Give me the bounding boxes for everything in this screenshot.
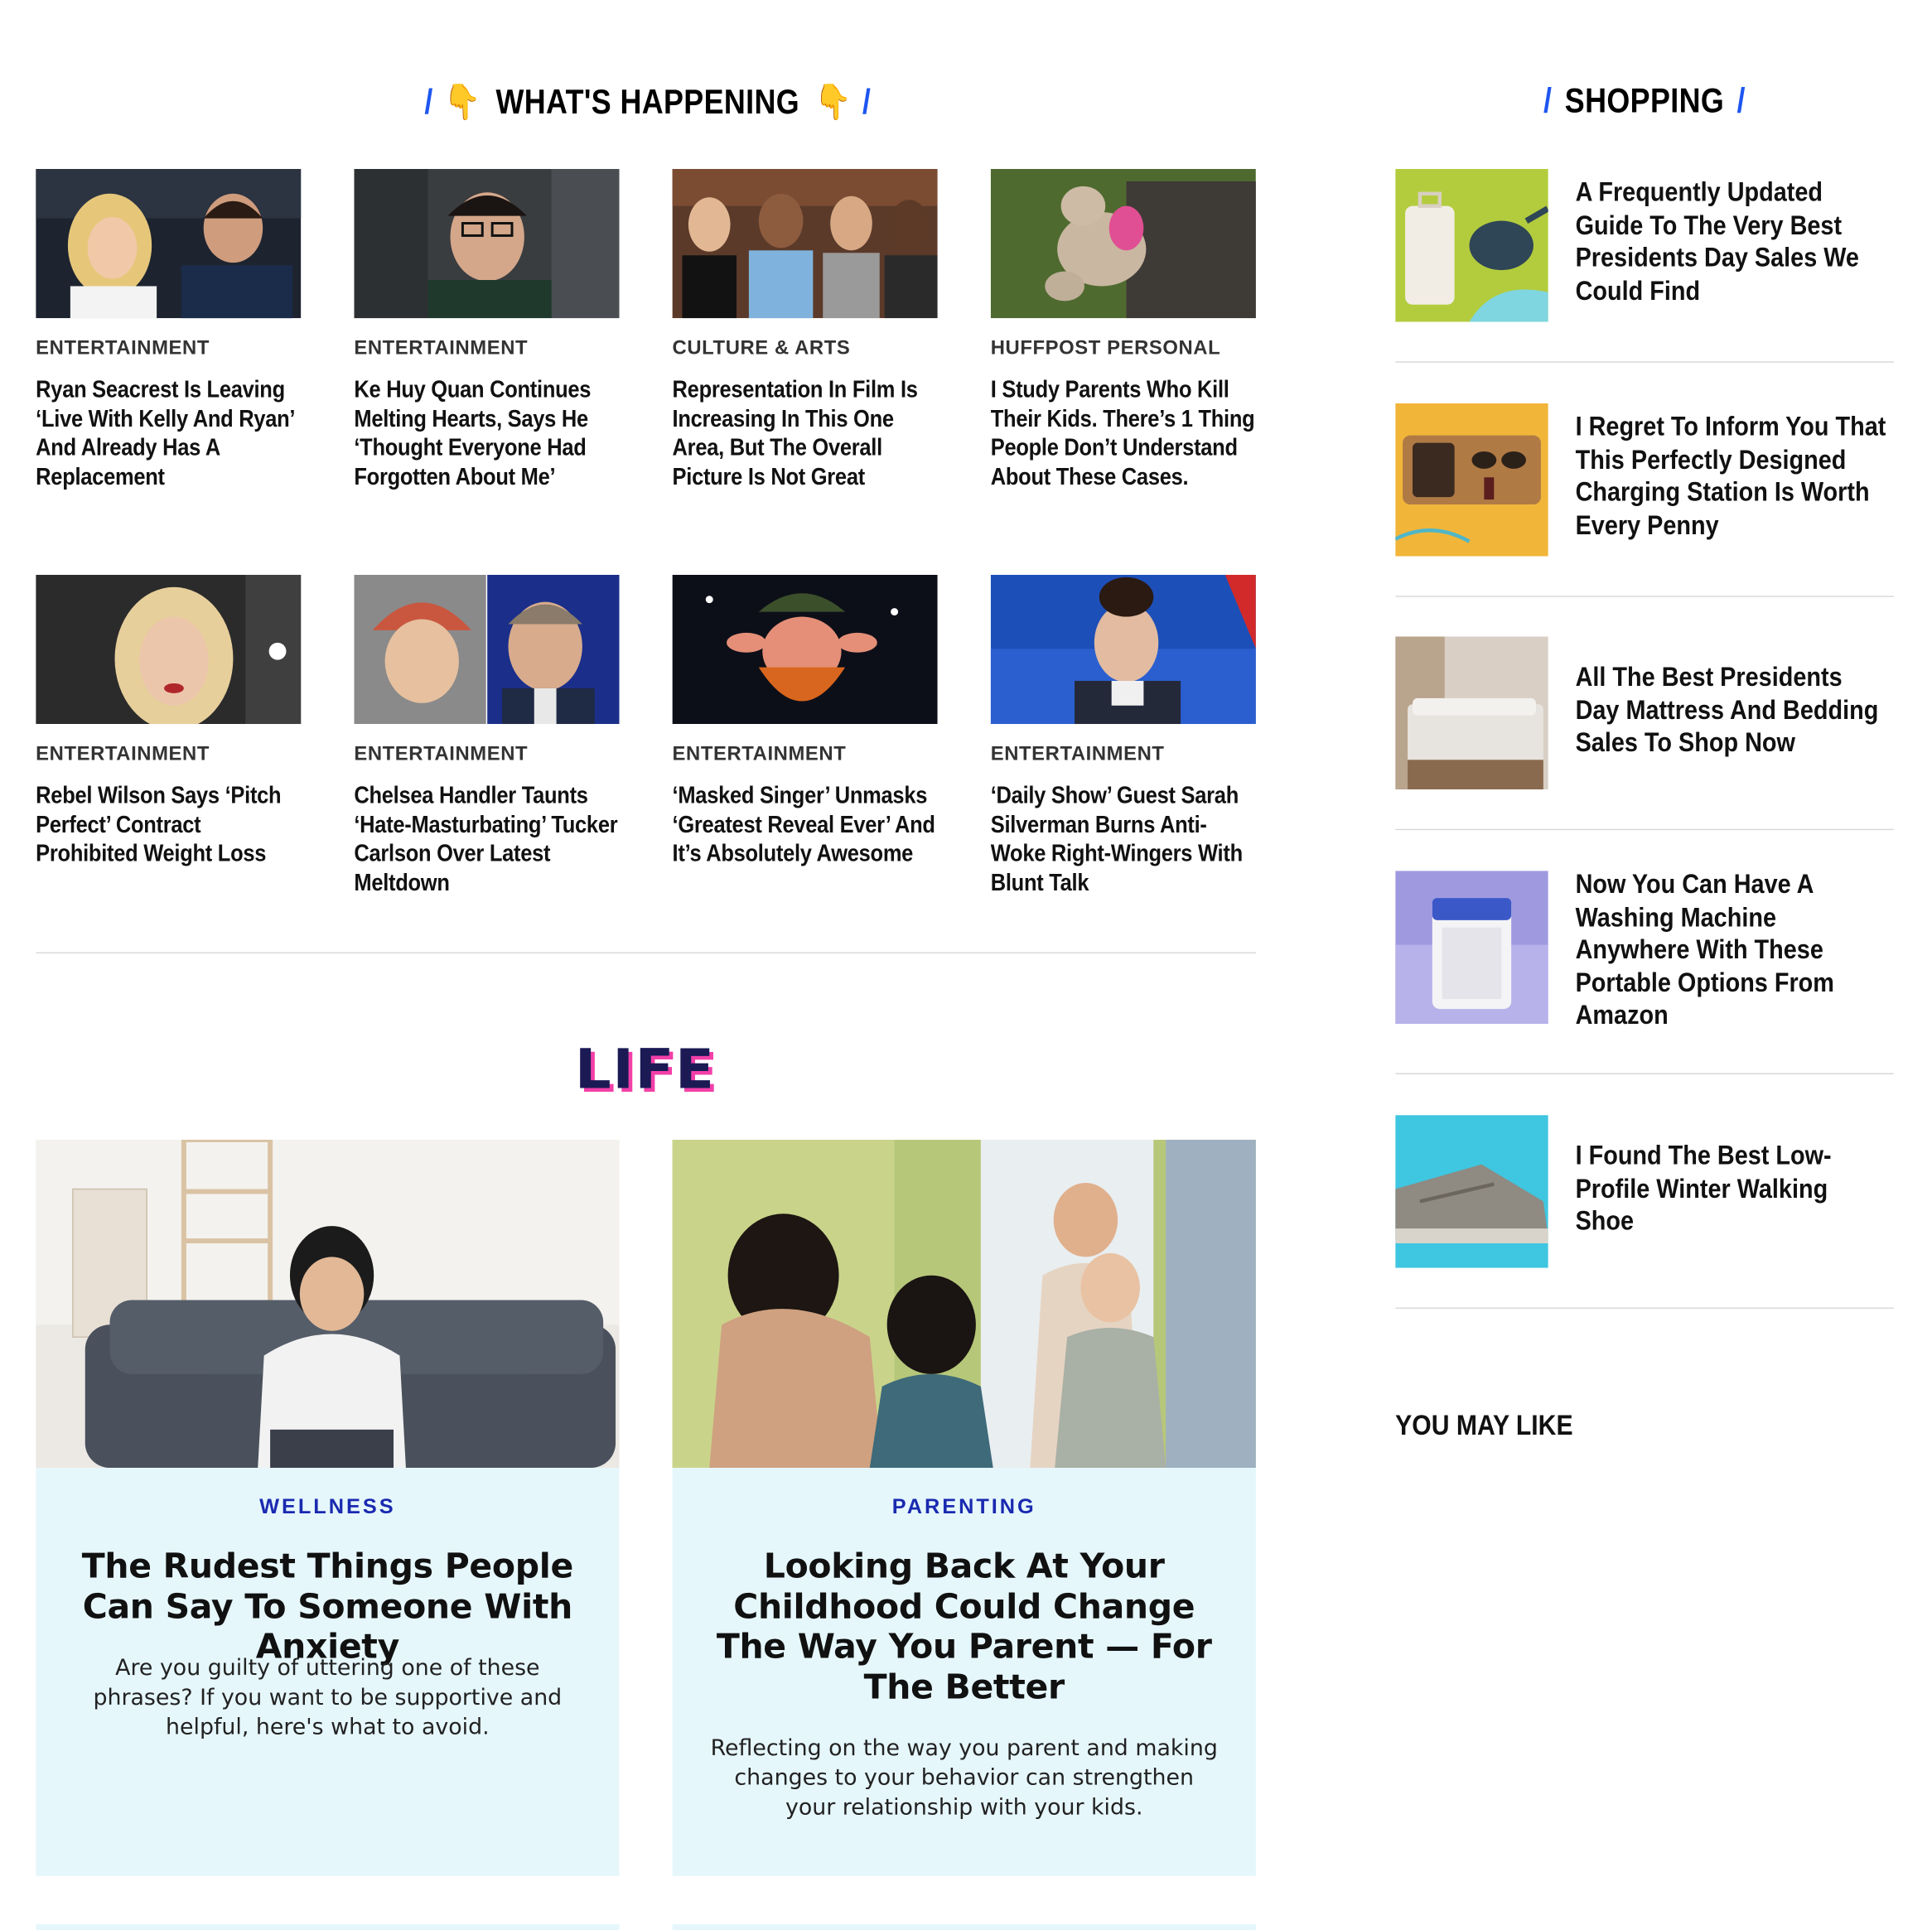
article-kicker: HUFFPOST PERSONAL <box>990 338 1221 359</box>
shopping-divider <box>1395 361 1894 363</box>
whats-happening-heading: / 👇 WHAT'S HAPPENING 👇 / <box>409 81 886 122</box>
article-kicker: ENTERTAINMENT <box>672 743 847 765</box>
article-image[interactable] <box>36 169 302 319</box>
article-image[interactable] <box>354 574 620 725</box>
shopping-headline[interactable]: A Frequently Updated Guide To The Very B… <box>1576 176 1891 307</box>
feature-image[interactable] <box>36 1139 620 1469</box>
article-kicker: CULTURE & ARTS <box>672 338 851 359</box>
article-headline[interactable]: ‘Daily Show’ Guest Sarah Silverman Burns… <box>991 782 1258 899</box>
shopping-headline[interactable]: I Found The Best Low-Profile Winter Walk… <box>1576 1140 1891 1238</box>
shopping-headline[interactable]: I Regret To Inform You That This Perfect… <box>1576 411 1891 542</box>
feature-description: Reflecting on the way you parent and mak… <box>710 1735 1218 1821</box>
slash-right: / <box>1736 81 1746 120</box>
feature-card[interactable]: PARENTING Looking Back At Your Childhood… <box>672 1139 1256 1876</box>
feature-kicker[interactable]: PARENTING <box>673 1495 1256 1520</box>
article-headline[interactable]: Rebel Wilson Says ‘Pitch Perfect’ Contra… <box>36 782 302 869</box>
shopping-headline[interactable]: Now You Can Have A Washing Machine Anywh… <box>1576 868 1891 1032</box>
article-headline[interactable]: I Study Parents Who Kill Their Kids. The… <box>991 376 1258 493</box>
article-headline[interactable]: Chelsea Handler Taunts ‘Hate-Masturbatin… <box>354 782 621 899</box>
feature-headline[interactable]: The Rudest Things People Can Say To Some… <box>60 1546 595 1667</box>
whats-happening-title: WHAT'S HAPPENING <box>495 82 800 121</box>
shopping-title: SHOPPING <box>1564 81 1725 120</box>
article-kicker: ENTERTAINMENT <box>36 338 210 359</box>
article-headline[interactable]: Ryan Seacrest Is Leaving ‘Live With Kell… <box>36 376 302 493</box>
slash-right: / <box>862 82 872 121</box>
article-kicker: ENTERTAINMENT <box>354 338 529 359</box>
article-kicker: ENTERTAINMENT <box>354 743 529 765</box>
pointing-down-icon: 👇 <box>443 82 481 121</box>
next-card-edge <box>672 1923 1256 1930</box>
shopping-image[interactable] <box>1395 636 1548 790</box>
shopping-heading: / SHOPPING / <box>1430 81 1858 121</box>
shopping-image[interactable] <box>1395 1115 1548 1268</box>
shopping-image[interactable] <box>1395 169 1548 322</box>
shopping-image[interactable] <box>1395 403 1548 557</box>
pointing-down-icon: 👇 <box>814 82 852 121</box>
slash-left: / <box>1543 81 1553 120</box>
slash-left: / <box>424 82 433 121</box>
article-image[interactable] <box>672 574 938 725</box>
article-image[interactable] <box>672 169 938 319</box>
feature-image[interactable] <box>672 1139 1256 1469</box>
you-may-like-heading: YOU MAY LIKE <box>1395 1408 1573 1441</box>
shopping-headline[interactable]: All The Best Presidents Day Mattress And… <box>1576 661 1891 760</box>
article-image[interactable] <box>354 169 620 319</box>
article-headline[interactable]: Representation In Film Is Increasing In … <box>673 376 939 493</box>
shopping-divider <box>1395 828 1894 831</box>
feature-card[interactable]: WELLNESS The Rudest Things People Can Sa… <box>36 1139 620 1876</box>
article-image[interactable] <box>990 169 1256 319</box>
article-kicker: ENTERTAINMENT <box>36 743 210 765</box>
article-image[interactable] <box>36 574 302 725</box>
article-image[interactable] <box>990 574 1256 725</box>
feature-kicker[interactable]: WELLNESS <box>36 1495 619 1520</box>
article-kicker: ENTERTAINMENT <box>990 743 1165 765</box>
shopping-divider <box>1395 1307 1894 1309</box>
article-headline[interactable]: ‘Masked Singer’ Unmasks ‘Greatest Reveal… <box>673 782 939 869</box>
feature-headline[interactable]: Looking Back At Your Childhood Could Cha… <box>697 1546 1231 1707</box>
article-headline[interactable]: Ke Huy Quan Continues Melting Hearts, Sa… <box>354 376 621 493</box>
life-section-title: LIFE <box>574 1038 716 1102</box>
next-card-edge <box>36 1923 620 1930</box>
shopping-image[interactable] <box>1395 871 1548 1024</box>
page: / 👇 WHAT'S HAPPENING 👇 / ENTERTAINMENT R… <box>0 0 1932 1930</box>
feature-description: Are you guilty of uttering one of these … <box>93 1655 563 1741</box>
